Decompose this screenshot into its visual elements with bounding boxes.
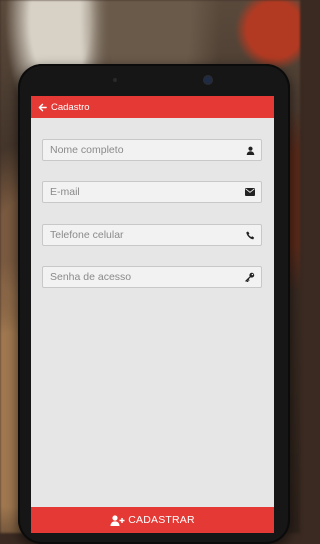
user-icon (245, 145, 255, 155)
password-field[interactable] (42, 266, 262, 288)
envelope-icon (245, 187, 255, 197)
arrow-left-icon[interactable] (36, 101, 48, 113)
phone-icon (245, 230, 255, 240)
name-input[interactable] (50, 144, 245, 156)
front-camera (204, 76, 212, 84)
register-button[interactable]: CADASTRAR (31, 507, 274, 533)
password-input[interactable] (50, 271, 245, 283)
email-input[interactable] (50, 186, 245, 198)
phone-field[interactable] (42, 224, 262, 246)
key-icon (245, 272, 255, 282)
name-field[interactable] (42, 139, 262, 161)
speaker-dot (113, 78, 117, 82)
phone-input[interactable] (50, 229, 245, 241)
app-screen: Cadastro CADASTRAR (31, 96, 274, 533)
user-plus-icon (110, 514, 126, 526)
register-button-label: CADASTRAR (128, 514, 195, 526)
email-field[interactable] (42, 181, 262, 203)
page-title: Cadastro (51, 101, 90, 113)
app-bar: Cadastro (31, 96, 274, 118)
